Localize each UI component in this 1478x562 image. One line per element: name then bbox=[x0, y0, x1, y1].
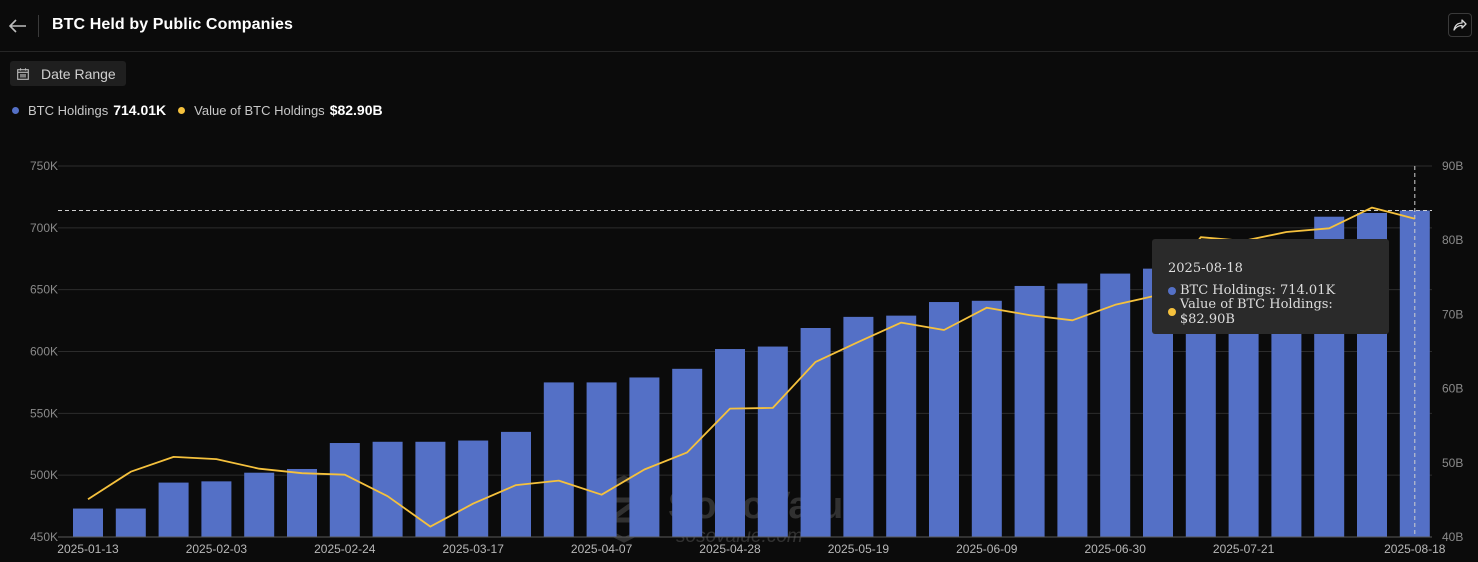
bar-btc-holdings bbox=[629, 377, 660, 537]
x-tick-label: 2025-03-17 bbox=[443, 542, 505, 556]
y-left-tick-label: 650K bbox=[30, 283, 58, 297]
tooltip-dot-btc-holdings bbox=[1168, 286, 1176, 295]
bar-btc-holdings bbox=[715, 349, 745, 537]
bar-btc-holdings bbox=[201, 481, 232, 537]
y-right-tick-label: 80B bbox=[1442, 233, 1463, 247]
bar-btc-holdings bbox=[287, 468, 317, 537]
y-left-tick-label: 750K bbox=[30, 159, 58, 173]
y-right-tick-label: 50B bbox=[1442, 456, 1463, 470]
bar-btc-holdings bbox=[73, 508, 103, 537]
bar-btc-holdings bbox=[757, 346, 788, 537]
bar-btc-holdings bbox=[1014, 285, 1045, 537]
bar-btc-holdings bbox=[929, 302, 959, 537]
chart-tooltip: 2025-08-18 BTC Holdings: 714.01K Value o… bbox=[1152, 239, 1389, 334]
y-right-tick-label: 90B bbox=[1442, 159, 1463, 173]
x-tick-label: 2025-06-30 bbox=[1085, 542, 1147, 556]
bar-btc-holdings bbox=[543, 382, 574, 537]
x-tick-label: 2025-02-03 bbox=[186, 542, 248, 556]
bar-btc-holdings bbox=[586, 382, 617, 537]
bar-btc-holdings bbox=[971, 300, 1002, 537]
bar-btc-holdings bbox=[800, 328, 831, 537]
y-right-tick-label: 70B bbox=[1442, 307, 1463, 321]
x-tick-label: 2025-04-07 bbox=[571, 542, 633, 556]
bar-btc-holdings bbox=[158, 482, 189, 537]
y-left-tick-label: 500K bbox=[30, 468, 58, 482]
x-tick-label: 2025-06-09 bbox=[956, 542, 1018, 556]
x-tick-label: 2025-07-21 bbox=[1213, 542, 1275, 556]
bar-btc-holdings bbox=[329, 443, 360, 537]
y-left-tick-label: 450K bbox=[30, 530, 58, 544]
bar-btc-holdings bbox=[1057, 283, 1088, 537]
x-tick-label: 2025-04-28 bbox=[699, 542, 761, 556]
tooltip-label-value-of-btc-holdings: Value of BTC Holdings: $82.90B bbox=[1179, 296, 1333, 327]
tooltip-dot-value-of-btc-holdings bbox=[1168, 307, 1176, 316]
y-right-tick-label: 60B bbox=[1442, 382, 1463, 396]
x-tick-label: 2025-08-18 bbox=[1384, 542, 1446, 556]
bar-btc-holdings bbox=[1100, 273, 1131, 537]
bar-btc-holdings bbox=[115, 508, 146, 537]
tooltip-date: 2025-08-18 bbox=[1168, 260, 1243, 276]
bar-btc-holdings bbox=[886, 315, 917, 537]
bar-btc-holdings bbox=[372, 441, 403, 537]
tooltip-row-value-of-btc-holdings: Value of BTC Holdings: $82.90B bbox=[1168, 297, 1389, 327]
bar-btc-holdings bbox=[415, 441, 446, 537]
x-tick-label: 2025-05-19 bbox=[828, 542, 890, 556]
y-left-tick-label: 550K bbox=[30, 406, 58, 420]
bar-btc-holdings bbox=[458, 440, 489, 537]
y-left-tick-label: 600K bbox=[30, 345, 58, 359]
x-tick-label: 2025-01-13 bbox=[57, 542, 119, 556]
y-left-tick-label: 700K bbox=[30, 221, 58, 235]
bar-btc-holdings bbox=[244, 472, 275, 537]
x-tick-label: 2025-02-24 bbox=[314, 542, 376, 556]
bar-btc-holdings bbox=[843, 316, 874, 537]
